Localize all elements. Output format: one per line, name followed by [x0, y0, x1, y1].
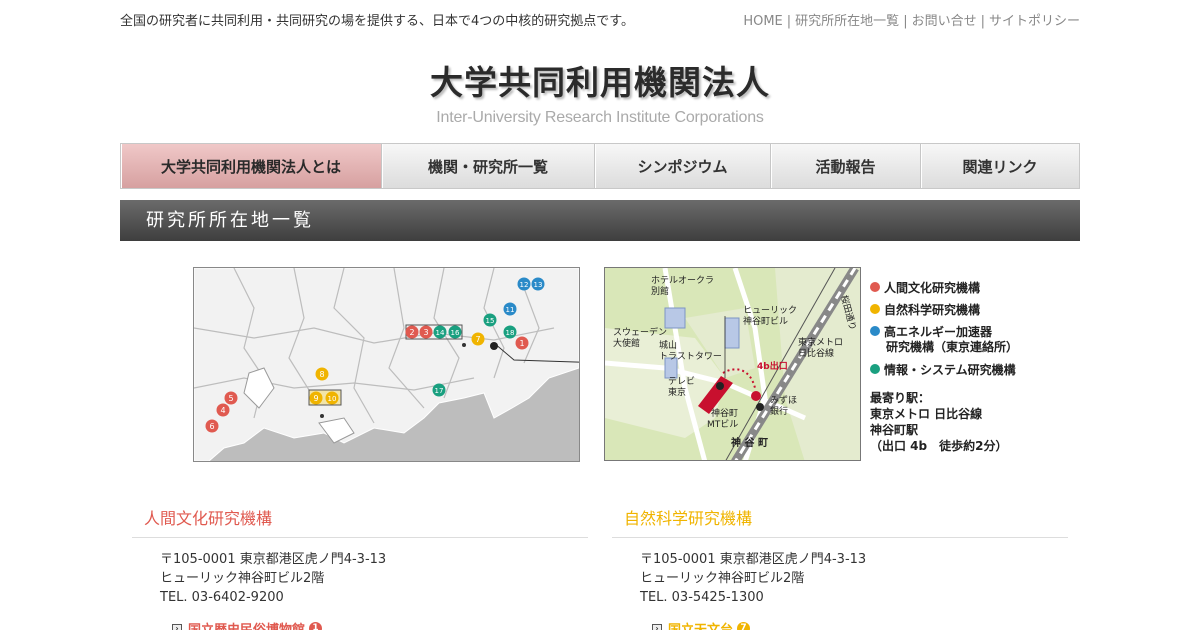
legend-item: 人間文化研究機構 — [870, 276, 1018, 298]
marker-number-badge: 1 — [309, 622, 323, 630]
legend-item: 自然科学研究機構 — [870, 298, 1018, 320]
nav-links[interactable]: 関連リンク — [921, 144, 1079, 188]
station-line: 東京メトロ 日比谷線 — [870, 407, 983, 421]
address-line: 〒105-0001 東京都港区虎ノ門4-3-13 — [640, 552, 867, 567]
legend-item: 情報・システム研究機構 — [870, 358, 1018, 380]
arrow-icon: › — [172, 623, 182, 630]
nav-institutes[interactable]: 機関・研究所一覧 — [382, 144, 595, 188]
map-marker-number: 12 — [520, 281, 529, 289]
label-mizuho2: 銀行 — [770, 405, 788, 417]
map-marker-number: 5 — [228, 394, 233, 403]
label-hotel: ホテルオークラ — [651, 275, 714, 286]
institute-link-label[interactable]: 国立天文台 — [668, 619, 733, 630]
station-line: 神谷町駅 — [870, 423, 919, 437]
org-title: 人間文化研究機構 — [132, 505, 588, 538]
label-metro2: 日比谷線 — [798, 347, 834, 359]
phone-number: TEL. 03-6402-9200 — [160, 590, 284, 605]
util-link-locations[interactable]: 研究所所在地一覧 — [795, 14, 899, 29]
label-exit: 4b出口 — [757, 360, 788, 372]
label-shiroyama2: トラストタワー — [659, 351, 722, 362]
util-link-policy[interactable]: サイトポリシー — [989, 14, 1080, 29]
map-marker-number: 11 — [506, 306, 515, 314]
map-marker-number: 9 — [313, 394, 318, 403]
region-map-svg: 12 3456789 101112 131415161718 — [193, 267, 605, 462]
nearest-station: 最寄り駅： 東京メトロ 日比谷線 神谷町駅 （出口 4b 徒歩約2分） — [870, 390, 1007, 454]
map-marker-number: 10 — [328, 395, 337, 403]
logo-english: Inter-University Research Institute Corp… — [436, 109, 764, 126]
org-address: 〒105-0001 東京都港区虎ノ門4-3-13 ヒューリック神谷町ビル2階 T… — [612, 550, 1068, 607]
legend-label: 情報・システム研究機構 — [884, 362, 1016, 377]
legend-dot — [870, 282, 880, 292]
station-line: 最寄り駅： — [870, 391, 931, 405]
institute-link[interactable]: › 国立歴史民俗博物館 1 — [132, 619, 588, 630]
map-marker-number: 1 — [519, 339, 524, 348]
map-legend: 人間文化研究機構 自然科学研究機構 高エネルギー加速器 研究機構（東京連絡所） … — [870, 276, 1018, 380]
site-logo[interactable]: 大学共同利用機関法人 Inter-University Research Ins… — [120, 56, 1080, 127]
map-marker-number: 8 — [319, 370, 324, 379]
util-link-contact[interactable]: お問い合せ — [912, 14, 977, 29]
address-line: ヒューリック神谷町ビル2階 — [640, 571, 805, 586]
map-marker-number: 18 — [506, 329, 515, 337]
map-marker-number: 2 — [409, 328, 414, 337]
map-marker-number: 17 — [435, 387, 444, 395]
map-marker-number: 6 — [209, 422, 214, 431]
address-line: 〒105-0001 東京都港区虎ノ門4-3-13 — [160, 552, 387, 567]
label-metro: 東京メトロ — [798, 336, 843, 348]
detail-map-svg: ホテルオークラ 別館 スウェーデン 大使館 城山 トラストタワー テレビ 東京 … — [605, 268, 860, 460]
nav-about[interactable]: 大学共同利用機関法人とは — [121, 144, 382, 188]
label-shiroyama: 城山 — [659, 340, 677, 351]
site-tagline: 全国の研究者に共同利用・共同研究の場を提供する、日本で4つの中核的研究拠点です。 — [120, 14, 634, 29]
legend-dot — [870, 304, 880, 314]
map-marker-number: 15 — [486, 317, 495, 325]
org-column-natural-sciences: 自然科学研究機構 〒105-0001 東京都港区虎ノ門4-3-13 ヒューリック… — [612, 505, 1068, 630]
marker-number-badge: 7 — [737, 622, 751, 630]
map-marker-number: 4 — [220, 406, 225, 415]
section-title: 研究所所在地一覧 — [120, 200, 1080, 241]
nav-activity[interactable]: 活動報告 — [771, 144, 921, 188]
address-line: ヒューリック神谷町ビル2階 — [160, 571, 325, 586]
legend-label-cont: 研究機構（東京連絡所） — [886, 340, 1019, 354]
map-marker-number: 16 — [451, 329, 460, 337]
label-mt: 神谷町 — [711, 407, 738, 419]
map-marker-number: 14 — [436, 329, 445, 337]
institute-link[interactable]: › 国立天文台 7 — [612, 619, 1068, 630]
org-title: 自然科学研究機構 — [612, 505, 1068, 538]
arrow-icon: › — [652, 623, 662, 630]
label-hulic2: 神谷町ビル — [743, 315, 788, 327]
label-mt2: MTビル — [707, 419, 738, 430]
legend-label: 人間文化研究機構 — [884, 280, 981, 295]
label-sweden: スウェーデン — [613, 326, 667, 338]
station-line: （出口 4b 徒歩約2分） — [870, 439, 1008, 453]
logo-japanese: 大学共同利用機関法人 — [430, 63, 770, 102]
legend-label: 高エネルギー加速器 — [884, 324, 993, 339]
institute-link-label[interactable]: 国立歴史民俗博物館 — [188, 619, 305, 630]
label-mizuho: みずほ — [770, 395, 797, 406]
region-map: 1 2 3 4 5 6 7 8 9 10 11 12 13 14 15 16 17 18 — [193, 267, 605, 462]
utility-nav: HOME | 研究所所在地一覧 | お問い合せ | サイトポリシー — [743, 14, 1080, 29]
phone-number: TEL. 03-5425-1300 — [640, 590, 764, 605]
legend-dot — [870, 326, 880, 336]
legend-dot — [870, 364, 880, 374]
org-address: 〒105-0001 東京都港区虎ノ門4-3-13 ヒューリック神谷町ビル2階 T… — [132, 550, 588, 607]
label-kamiyacho: 神 谷 町 — [731, 436, 768, 449]
label-tv2: 東京 — [668, 386, 686, 398]
map-marker-number: 13 — [534, 281, 543, 289]
org-column-humanities: 人間文化研究機構 〒105-0001 東京都港区虎ノ門4-3-13 ヒューリック… — [132, 505, 588, 630]
detail-map: ホテルオークラ 別館 スウェーデン 大使館 城山 トラストタワー テレビ 東京 … — [604, 267, 861, 461]
map-marker-number: 3 — [423, 328, 428, 337]
util-link-home[interactable]: HOME — [743, 14, 782, 29]
legend-label: 自然科学研究機構 — [884, 302, 981, 317]
map-marker-number: 7 — [475, 335, 480, 344]
label-sweden2: 大使館 — [613, 337, 640, 349]
label-hotel2: 別館 — [651, 285, 669, 297]
label-tv: テレビ — [668, 376, 695, 387]
nav-symposium[interactable]: シンポジウム — [595, 144, 771, 188]
label-hulic: ヒューリック — [743, 305, 797, 316]
main-nav: 大学共同利用機関法人とは 機関・研究所一覧 シンポジウム 活動報告 関連リンク — [120, 143, 1080, 189]
